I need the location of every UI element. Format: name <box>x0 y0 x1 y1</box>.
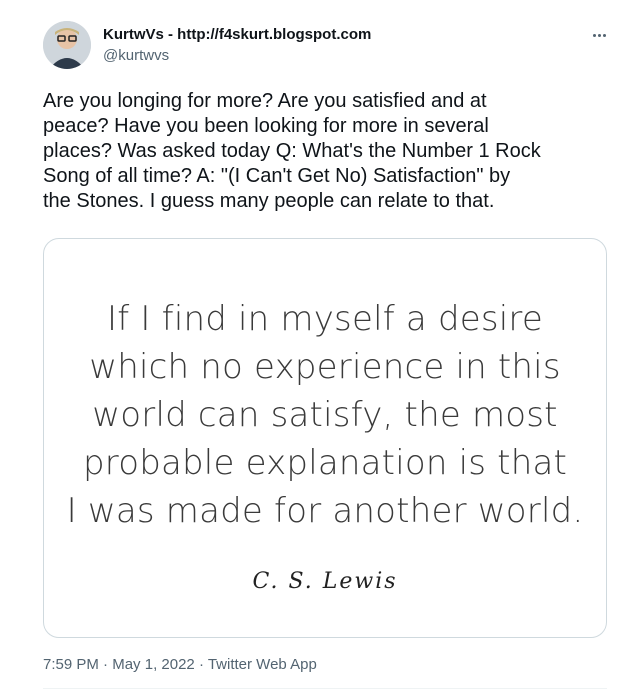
divider <box>43 688 607 689</box>
avatar-image <box>43 21 91 69</box>
tweet-time-link[interactable]: 7:59 PM <box>43 656 99 673</box>
meta-separator-2: · <box>194 656 208 673</box>
tweet-text: Are you longing for more? Are you satisf… <box>43 90 541 212</box>
avatar[interactable] <box>43 21 91 69</box>
more-options-icon[interactable] <box>588 25 610 45</box>
media-card[interactable]: If I find in myself a desire which no ex… <box>43 238 607 638</box>
tweet-metadata: 7:59 PM · May 1, 2022 · Twitter Web App <box>43 656 317 674</box>
author-display-name[interactable]: KurtwVs - http://f4skurt.blogspot.com <box>103 26 371 44</box>
quote-text: If I find in myself a desire which no ex… <box>66 299 584 531</box>
tweet-source-link[interactable]: Twitter Web App <box>208 656 317 673</box>
tweet: KurtwVs - http://f4skurt.blogspot.com @k… <box>0 0 642 694</box>
author-handle[interactable]: @kurtwvs <box>103 47 371 65</box>
tweet-date-link[interactable]: May 1, 2022 <box>112 656 195 673</box>
author-block: KurtwVs - http://f4skurt.blogspot.com @k… <box>103 26 371 65</box>
meta-separator: · <box>98 656 113 673</box>
quote-author: C. S. Lewis <box>252 569 398 594</box>
